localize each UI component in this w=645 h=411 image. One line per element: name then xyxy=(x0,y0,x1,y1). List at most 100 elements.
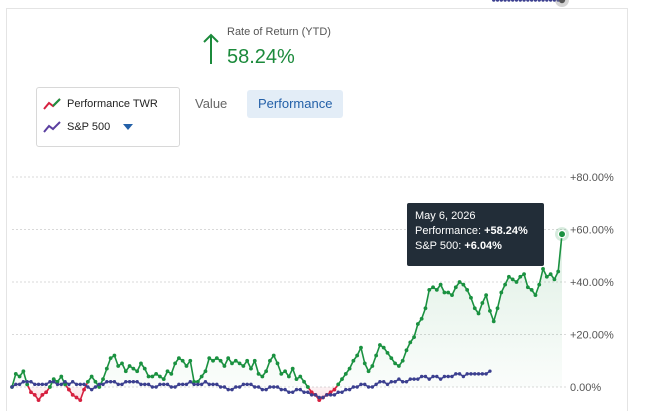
performance-point xyxy=(40,392,45,397)
sp500-point xyxy=(245,382,249,387)
tooltip-sp500-label: S&P 500: xyxy=(415,240,465,252)
performance-point xyxy=(142,366,147,371)
performance-point xyxy=(431,285,435,290)
sp500-point xyxy=(393,380,397,384)
sp500-point xyxy=(309,393,314,397)
sp500-point xyxy=(510,0,515,2)
performance-point xyxy=(355,353,360,358)
performance-point xyxy=(233,358,238,363)
sp500-point xyxy=(347,387,352,392)
sp500-point xyxy=(408,377,412,381)
performance-point xyxy=(469,295,473,300)
performance-point xyxy=(66,387,71,392)
sp500-point xyxy=(207,382,211,387)
sp500-point xyxy=(427,377,431,381)
sp500-point xyxy=(196,382,200,387)
performance-point xyxy=(419,316,424,321)
sp500-point xyxy=(131,380,136,384)
sp500-point xyxy=(340,390,344,394)
sp500-point xyxy=(397,377,401,381)
sp500-point xyxy=(450,374,454,379)
sp500-point xyxy=(476,372,481,376)
performance-point xyxy=(393,361,398,366)
performance-point xyxy=(400,358,405,363)
sp500-point xyxy=(59,382,64,387)
performance-chart: +80.00% +60.00% +40.00% +20.00% 0.00% xyxy=(10,0,614,403)
performance-point xyxy=(347,366,352,371)
sp500-point xyxy=(332,393,337,397)
performance-point xyxy=(154,371,159,376)
sp500-point xyxy=(541,0,545,2)
sp500-point xyxy=(234,385,238,389)
sp500-point xyxy=(215,382,219,387)
performance-point xyxy=(211,358,215,363)
performance-point xyxy=(70,392,75,397)
tooltip-performance: Performance: +58.24% xyxy=(415,224,536,239)
performance-point xyxy=(283,369,288,374)
performance-point xyxy=(13,371,18,376)
performance-point xyxy=(104,366,109,371)
performance-point xyxy=(44,390,49,395)
sp500-point xyxy=(431,374,435,379)
performance-point xyxy=(302,379,306,384)
sp500-point xyxy=(89,387,94,392)
performance-point xyxy=(514,280,519,284)
sp500-point xyxy=(351,385,356,389)
performance-point xyxy=(116,364,121,368)
sp500-point xyxy=(127,380,132,384)
performance-point xyxy=(158,374,162,379)
performance-point xyxy=(127,364,132,368)
performance-point xyxy=(336,382,341,387)
performance-point xyxy=(427,287,432,292)
performance-point xyxy=(271,353,276,358)
performance-point xyxy=(161,377,166,382)
sp500-point xyxy=(188,380,192,384)
sp500-point xyxy=(400,380,405,384)
sp500-point xyxy=(67,382,71,387)
sp500-point xyxy=(469,372,473,376)
performance-point xyxy=(226,356,231,361)
performance-point xyxy=(476,311,481,316)
sp500-point xyxy=(363,382,367,387)
sp500-point xyxy=(438,377,443,381)
sp500-point xyxy=(473,372,477,376)
sp500-point xyxy=(492,0,496,2)
sp500-point xyxy=(17,382,22,387)
performance-point xyxy=(453,285,458,290)
performance-point xyxy=(82,387,86,392)
performance-point xyxy=(21,369,26,374)
sp500-point xyxy=(533,0,538,2)
performance-point xyxy=(499,290,504,295)
sp500-point xyxy=(499,0,504,2)
sp500-point xyxy=(33,382,37,387)
sp500-point xyxy=(480,372,485,376)
sp500-point xyxy=(112,380,117,384)
sp500-point xyxy=(423,374,428,379)
performance-point xyxy=(245,358,250,363)
sp500-point xyxy=(461,374,466,379)
performance-point xyxy=(488,308,492,313)
sp500-point xyxy=(165,382,170,387)
performance-point xyxy=(465,287,470,292)
sp500-point xyxy=(52,380,56,384)
sp500-point xyxy=(287,390,291,394)
tooltip-performance-label: Performance: xyxy=(415,225,485,237)
performance-point xyxy=(457,280,462,284)
performance-point xyxy=(203,369,208,374)
sp500-point xyxy=(306,390,310,394)
sp500-point xyxy=(283,387,287,392)
sp500-point xyxy=(253,385,257,389)
performance-point xyxy=(32,392,37,397)
sp500-point xyxy=(537,0,541,2)
performance-point xyxy=(340,377,344,382)
performance-point xyxy=(48,385,52,389)
sp500-point xyxy=(48,380,52,384)
performance-point xyxy=(290,366,295,371)
sp500-point xyxy=(249,382,253,387)
performance-point xyxy=(286,374,291,379)
sp500-point xyxy=(158,382,162,387)
performance-point xyxy=(218,358,223,363)
sp500-point xyxy=(124,380,128,384)
performance-point xyxy=(112,353,117,358)
performance-point xyxy=(256,371,261,376)
